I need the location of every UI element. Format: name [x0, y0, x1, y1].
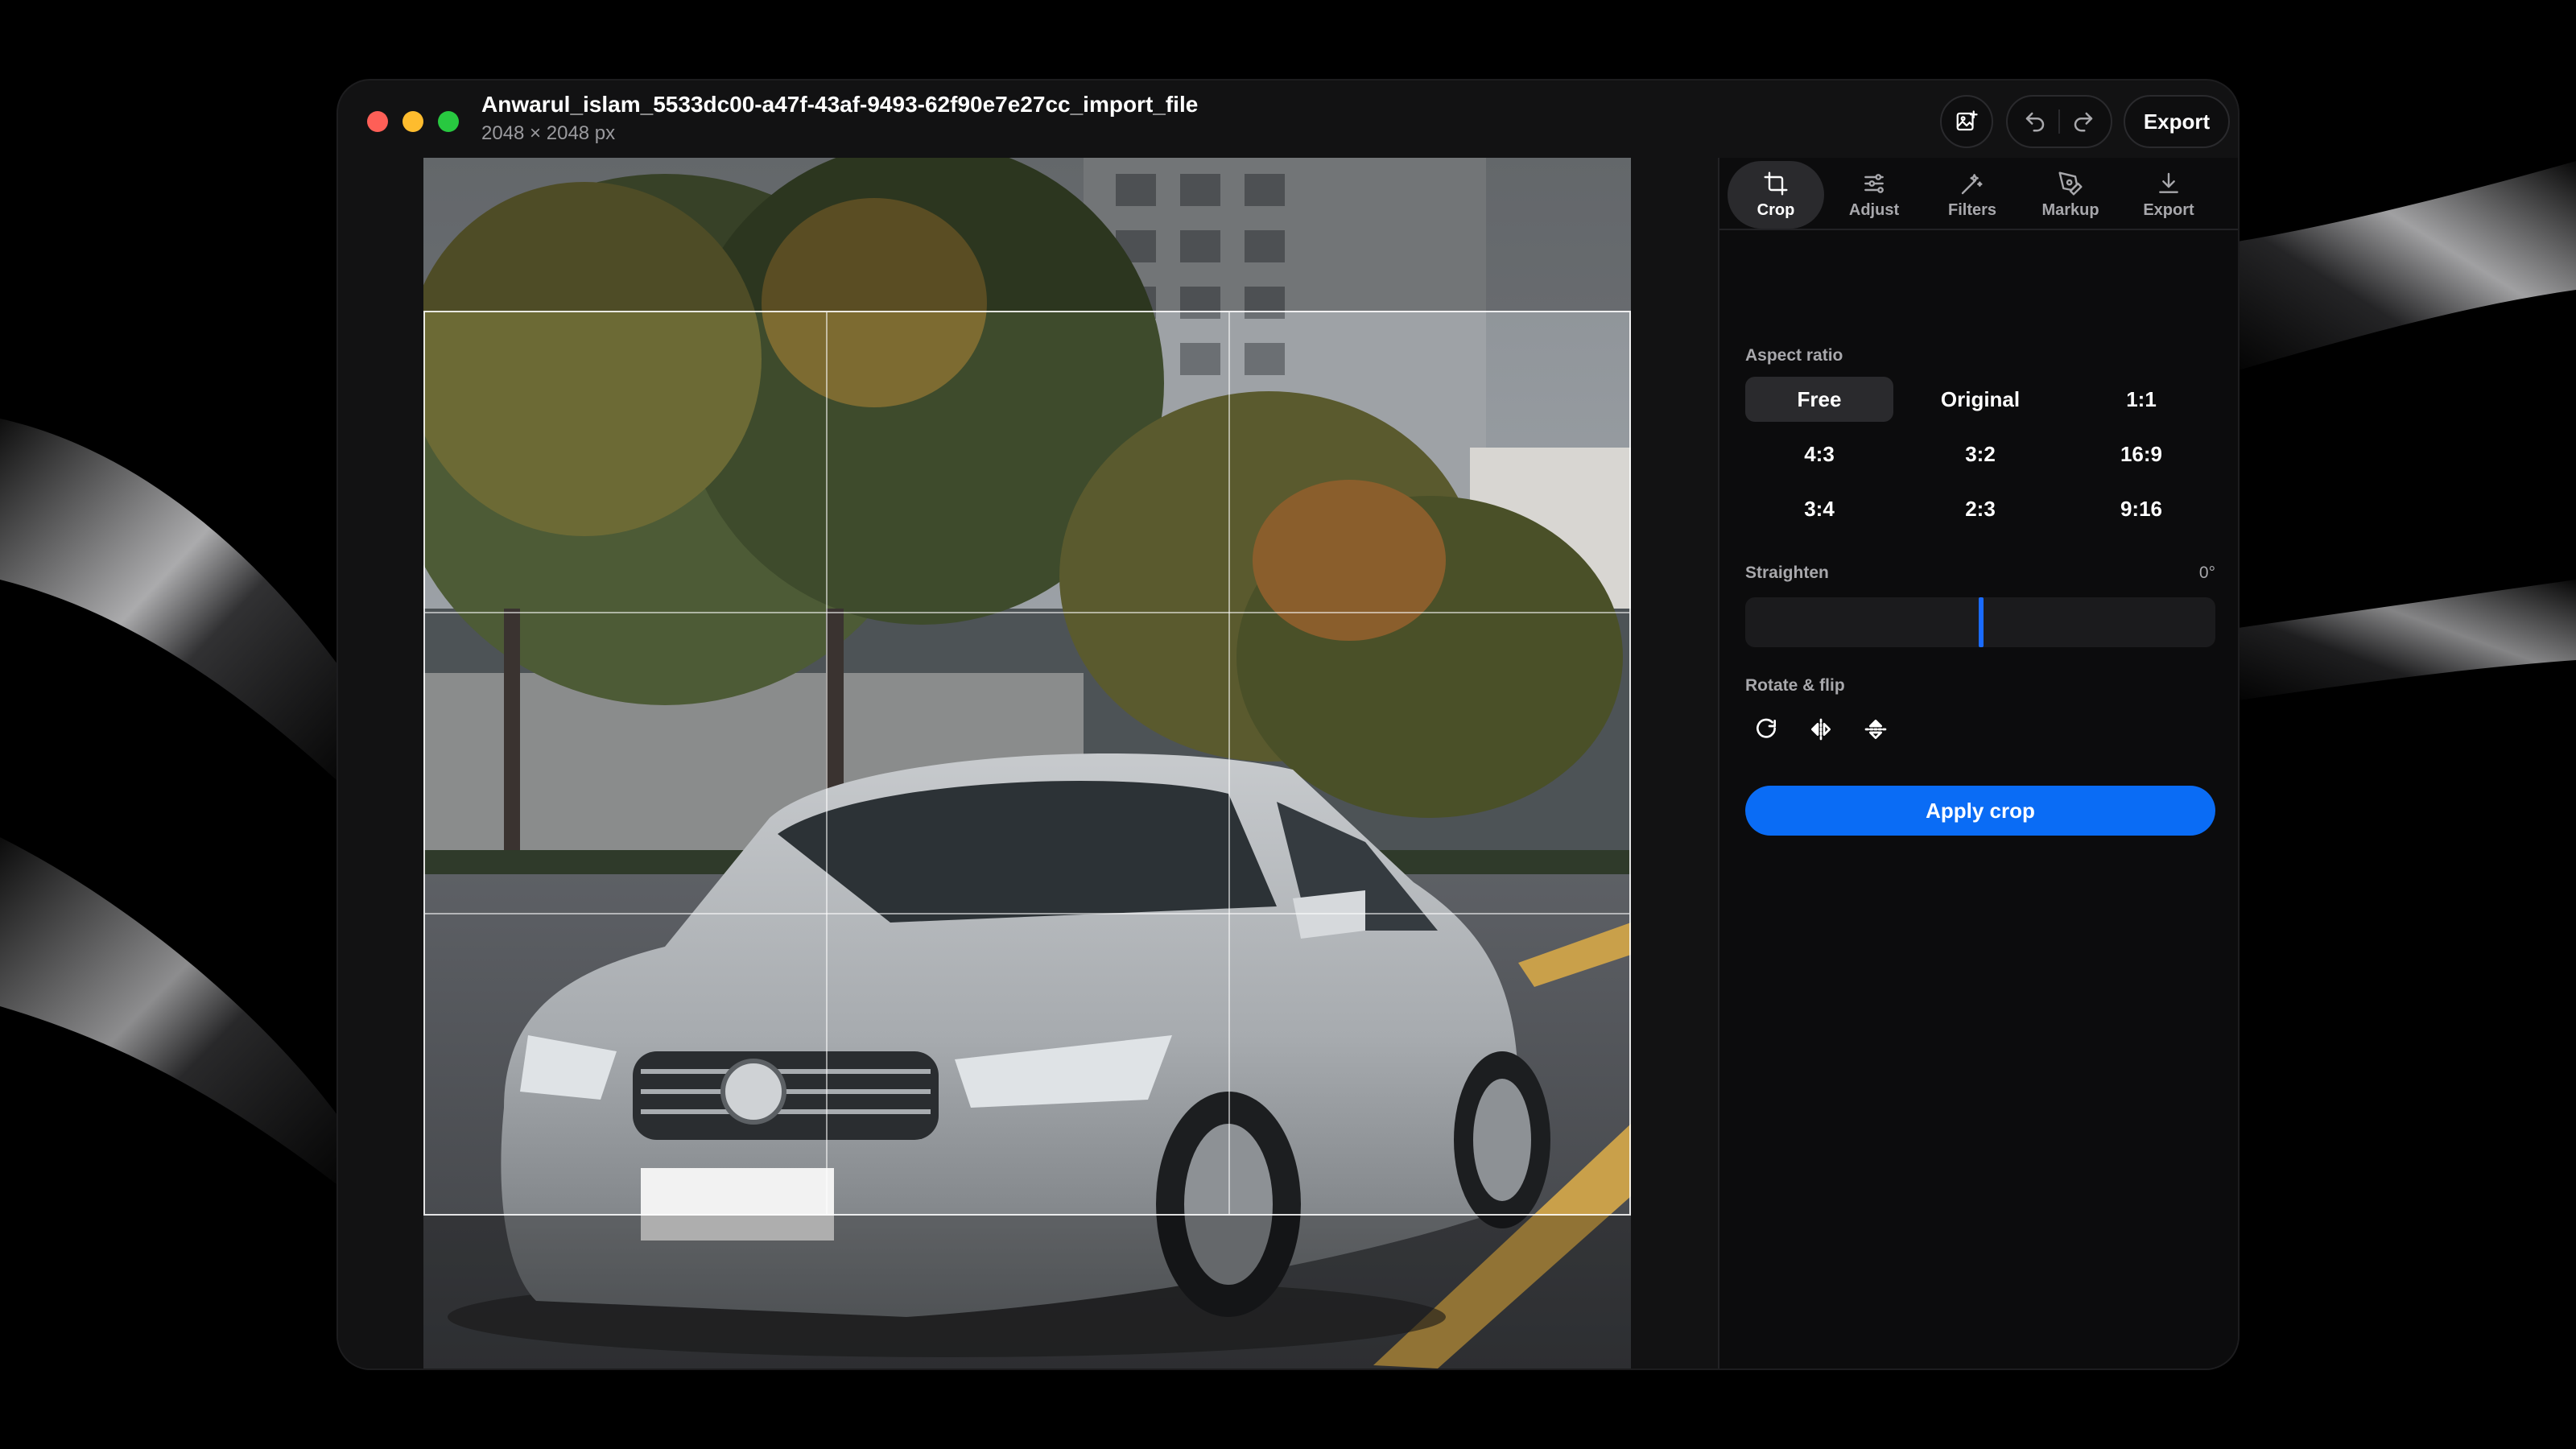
crop-grid-line — [1228, 312, 1230, 1214]
tab-label: Export — [2143, 200, 2194, 219]
ratio-3-4-button[interactable]: 3:4 — [1745, 486, 1893, 531]
tab-label: Filters — [1947, 200, 1997, 219]
ratio-3-2-button[interactable]: 3:2 — [1906, 431, 2054, 477]
ratio-original-button[interactable]: Original — [1906, 377, 2054, 422]
sliders-icon — [1864, 173, 1884, 193]
title-bar: Anwarul_islam_5533dc00-a47f-43af-9493-62… — [338, 80, 2238, 158]
aspect-ratio-label: Aspect ratio — [1745, 346, 1843, 365]
undo-icon[interactable] — [2023, 109, 2047, 134]
crop-shade-bottom — [423, 1216, 1631, 1368]
editor-window: Anwarul_islam_5533dc00-a47f-43af-9493-62… — [338, 80, 2238, 1368]
straighten-slider-thumb[interactable] — [1979, 597, 1984, 647]
rotate-flip-label: Rotate & flip — [1745, 676, 1845, 695]
straighten-slider[interactable] — [1745, 597, 2215, 647]
export-button[interactable]: Export — [2124, 95, 2230, 148]
image-plus-icon — [1956, 110, 1978, 131]
download-icon — [2159, 172, 2178, 193]
crop-icon — [1764, 171, 1788, 196]
crop-grid-line — [826, 312, 828, 1214]
rotate-cw-icon — [1757, 718, 1776, 738]
rotate-button[interactable] — [1747, 710, 1785, 749]
ratio-free-button[interactable]: Free — [1745, 377, 1893, 422]
crop-grid-line — [425, 612, 1629, 613]
editor-side-panel: Crop Adjust Filters Markup Export Aspect… — [1718, 158, 2238, 1368]
redo-icon[interactable] — [2071, 109, 2095, 134]
flip-horizontal-icon — [1811, 718, 1831, 741]
file-title: Anwarul_islam_5533dc00-a47f-43af-9493-62… — [481, 92, 1199, 117]
tab-markup[interactable]: Markup — [2022, 161, 2119, 229]
crop-grid-line — [425, 913, 1629, 914]
tab-label: Markup — [2041, 200, 2099, 219]
tab-export[interactable]: Export — [2120, 161, 2217, 229]
flip-vertical-button[interactable] — [1856, 710, 1895, 749]
tab-filters[interactable]: Filters — [1924, 161, 2021, 229]
tab-adjust[interactable]: Adjust — [1826, 161, 1922, 229]
tab-label: Crop — [1757, 200, 1795, 219]
straighten-label: Straighten — [1745, 564, 1829, 582]
undo-redo-group — [2006, 95, 2112, 148]
crop-frame[interactable] — [423, 311, 1631, 1216]
ratio-4-3-button[interactable]: 4:3 — [1745, 431, 1893, 477]
ratio-16-9-button[interactable]: 16:9 — [2067, 431, 2215, 477]
flip-vertical-icon — [1864, 720, 1887, 739]
flip-horizontal-button[interactable] — [1802, 710, 1840, 749]
tool-tabs: Crop Adjust Filters Markup Export — [1719, 158, 2238, 230]
tab-crop[interactable]: Crop — [1728, 161, 1824, 229]
image-canvas — [338, 158, 1718, 1368]
straighten-value: 0° — [2198, 564, 2215, 582]
apply-crop-button[interactable]: Apply crop — [1745, 786, 2215, 836]
ratio-9-16-button[interactable]: 9:16 — [2067, 486, 2215, 531]
crop-shade-top — [423, 158, 1631, 311]
ratio-2-3-button[interactable]: 2:3 — [1906, 486, 2054, 531]
image-dimensions: 2048 × 2048 px — [481, 122, 616, 144]
tab-label: Adjust — [1848, 200, 1900, 219]
maximize-window-button[interactable] — [438, 111, 459, 132]
close-window-button[interactable] — [367, 111, 388, 132]
add-image-button[interactable] — [1940, 95, 1993, 148]
pen-icon — [2058, 171, 2083, 196]
minimize-window-button[interactable] — [402, 111, 423, 132]
ratio-1-1-button[interactable]: 1:1 — [2067, 377, 2215, 422]
magic-wand-icon — [1961, 173, 1983, 194]
